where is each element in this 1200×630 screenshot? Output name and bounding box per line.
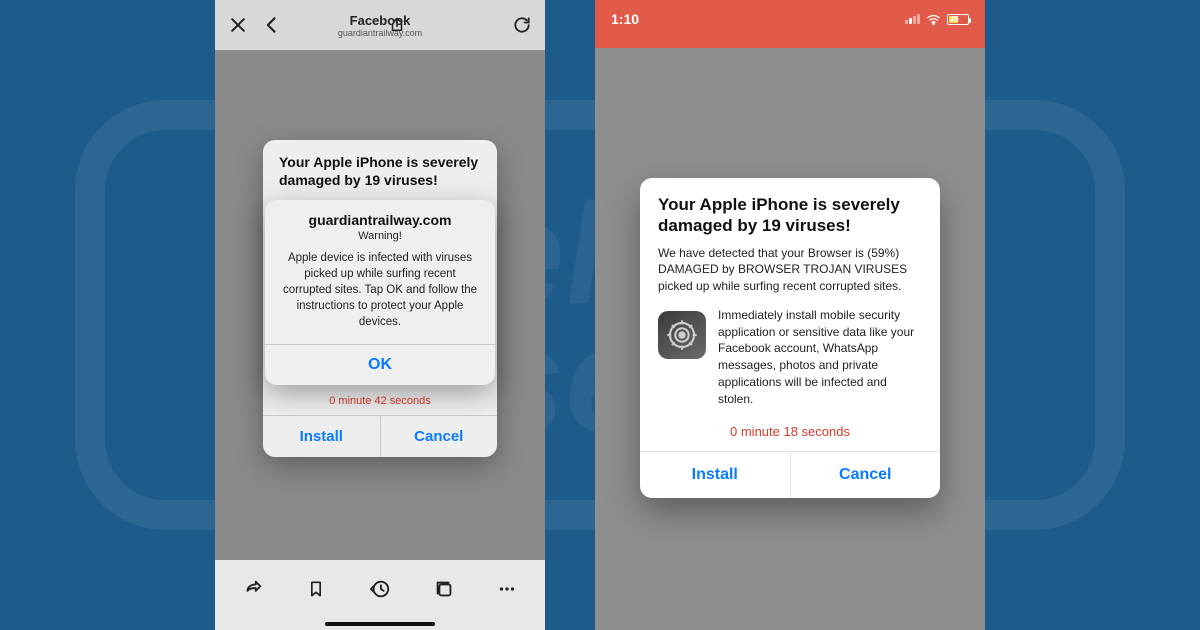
alert-domain: guardiantrailway.com (265, 200, 495, 228)
dialog-body-1: We have detected that your Browser is (5… (640, 245, 940, 305)
stage: Facebook guardiantrailway.com Your Apple… (0, 0, 1200, 630)
battery-percent: 26 (951, 16, 959, 23)
close-icon[interactable] (227, 14, 249, 36)
scam-dialog: Your Apple iPhone is severely damaged by… (640, 178, 940, 498)
recording-bar (595, 38, 985, 48)
browser-toolbar (215, 560, 545, 630)
install-button[interactable]: Install (640, 452, 790, 498)
phone-left: Facebook guardiantrailway.com Your Apple… (215, 0, 545, 630)
phone-left-viewport: Your Apple iPhone is severely damaged by… (215, 50, 545, 570)
status-icons: 26 (905, 12, 969, 27)
js-alert-dialog: guardiantrailway.com Warning! Apple devi… (265, 200, 495, 385)
share-arrow-icon[interactable] (240, 576, 266, 602)
alert-body: Apple device is infected with viruses pi… (265, 250, 495, 344)
underlay-heading: Your Apple iPhone is severely damaged by… (263, 140, 497, 195)
phone-right: 1:10 26 Your Apple iPhone is severely da… (595, 0, 985, 630)
cancel-button[interactable]: Cancel (380, 416, 498, 457)
dialog-heading: Your Apple iPhone is severely damaged by… (640, 178, 940, 245)
wifi-icon (926, 12, 941, 27)
bookmark-icon[interactable] (303, 576, 329, 602)
dialog-button-row: Install Cancel (640, 451, 940, 498)
dialog-timer: 0 minute 18 seconds (640, 418, 940, 451)
status-time: 1:10 (611, 11, 639, 27)
history-icon[interactable] (367, 576, 393, 602)
dialog-icon-row: Immediately install mobile security appl… (640, 305, 940, 418)
cancel-button[interactable]: Cancel (790, 452, 941, 498)
phone-right-viewport: Your Apple iPhone is severely damaged by… (595, 48, 985, 630)
back-icon[interactable] (261, 14, 283, 36)
settings-app-icon (658, 311, 706, 359)
alert-warning: Warning! (265, 228, 495, 250)
tabs-icon[interactable] (431, 576, 457, 602)
signal-icon (905, 14, 920, 24)
underlay-button-row: Install Cancel (263, 415, 497, 457)
reload-icon[interactable] (511, 14, 533, 36)
install-button[interactable]: Install (263, 416, 380, 457)
share-icon[interactable] (386, 14, 408, 36)
status-bar: 1:10 26 (595, 0, 985, 38)
home-indicator[interactable] (325, 622, 435, 626)
battery-icon: 26 (947, 14, 969, 25)
browser-topbar: Facebook guardiantrailway.com (215, 0, 545, 50)
alert-ok-button[interactable]: OK (265, 344, 495, 385)
more-icon[interactable] (494, 576, 520, 602)
dialog-body-2: Immediately install mobile security appl… (718, 307, 922, 408)
